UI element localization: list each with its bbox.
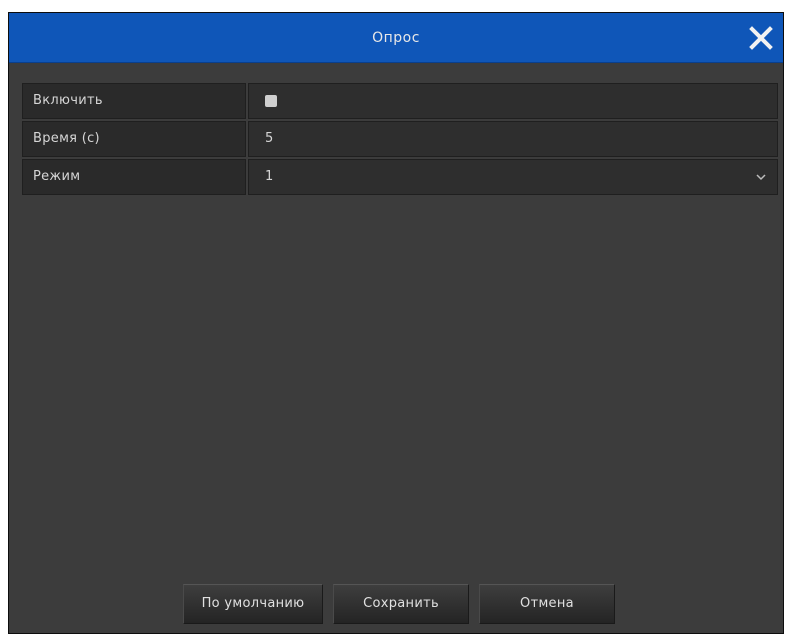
polling-dialog: Опрос Включить Время (с) 5 Режим 1 По ум… bbox=[8, 12, 784, 634]
mode-selected-value: 1 bbox=[265, 169, 274, 184]
dialog-titlebar: Опрос bbox=[9, 13, 783, 63]
settings-table: Включить Время (с) 5 Режим 1 bbox=[22, 83, 778, 197]
enable-value-cell bbox=[248, 83, 778, 119]
setting-row-enable: Включить bbox=[22, 83, 778, 119]
chevron-down-icon bbox=[756, 174, 766, 181]
dialog-title: Опрос bbox=[372, 30, 420, 46]
mode-select[interactable]: 1 bbox=[248, 159, 778, 195]
save-button[interactable]: Сохранить bbox=[333, 584, 469, 624]
mode-label: Режим bbox=[22, 159, 246, 195]
enable-checkbox[interactable] bbox=[265, 95, 277, 107]
time-input[interactable]: 5 bbox=[248, 121, 778, 157]
setting-row-mode: Режим 1 bbox=[22, 159, 778, 195]
dialog-buttons: По умолчанию Сохранить Отмена bbox=[183, 584, 625, 624]
setting-row-time: Время (с) 5 bbox=[22, 121, 778, 157]
time-label: Время (с) bbox=[22, 121, 246, 157]
cancel-button[interactable]: Отмена bbox=[479, 584, 615, 624]
close-icon bbox=[749, 26, 773, 50]
default-button[interactable]: По умолчанию bbox=[183, 584, 323, 624]
enable-label: Включить bbox=[22, 83, 246, 119]
close-button[interactable] bbox=[747, 24, 775, 52]
